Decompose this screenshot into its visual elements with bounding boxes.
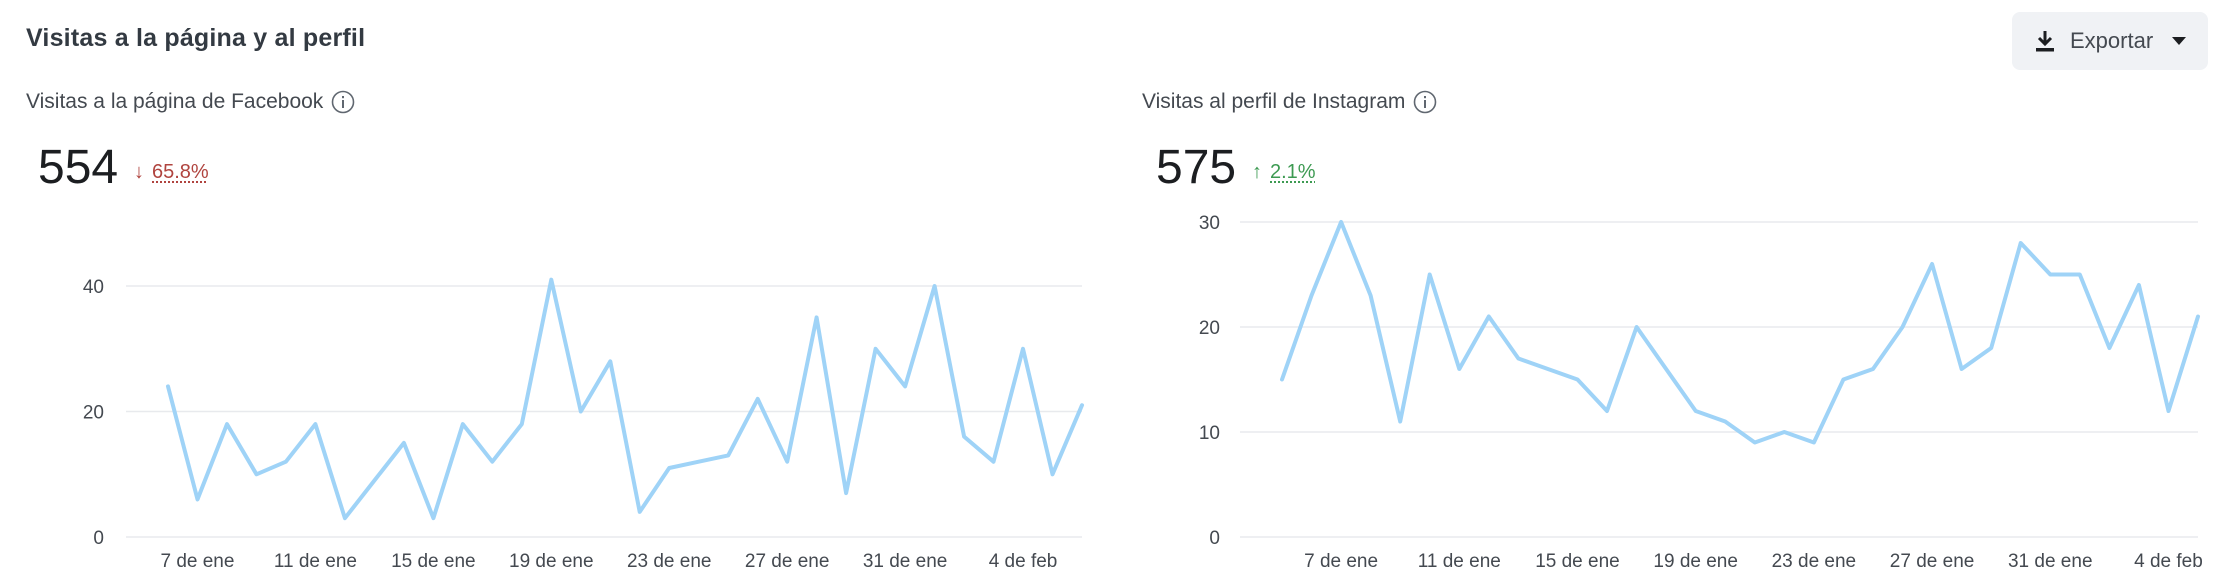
facebook-data-point[interactable] <box>781 456 793 468</box>
instagram-data-point[interactable] <box>1985 342 1997 354</box>
facebook-data-point[interactable] <box>457 418 469 430</box>
instagram-x-tick-label: 31 de ene <box>2008 551 2093 572</box>
instagram-data-point[interactable] <box>1719 416 1731 428</box>
instagram-x-tick-label: 23 de ene <box>1772 551 1857 572</box>
facebook-data-point[interactable] <box>899 380 911 392</box>
instagram-data-point[interactable] <box>1631 321 1643 333</box>
facebook-data-point[interactable] <box>722 449 734 461</box>
instagram-y-tick-label: 10 <box>1199 423 1220 444</box>
facebook-x-tick-label: 4 de feb <box>989 551 1058 572</box>
instagram-data-point[interactable] <box>1808 437 1820 449</box>
facebook-series-line[interactable] <box>166 277 1084 521</box>
instagram-data-point[interactable] <box>1542 363 1554 375</box>
facebook-panel: Visitas a la página de Facebook 554 ↓ 65… <box>0 0 1114 585</box>
instagram-data-point[interactable] <box>2044 269 2056 281</box>
instagram-x-tick-label: 27 de ene <box>1890 551 1975 572</box>
facebook-data-point[interactable] <box>545 274 557 286</box>
instagram-x-tick-label: 15 de ene <box>1535 551 1620 572</box>
facebook-x-tick-label: 11 de ene <box>274 551 357 572</box>
facebook-data-point[interactable] <box>309 418 321 430</box>
facebook-y-tick-label: 0 <box>93 528 104 549</box>
instagram-data-point[interactable] <box>2162 405 2174 417</box>
instagram-data-point[interactable] <box>1956 363 1968 375</box>
facebook-data-point[interactable] <box>575 406 587 418</box>
facebook-data-point[interactable] <box>162 380 174 392</box>
instagram-data-point[interactable] <box>1394 416 1406 428</box>
page: Visitas a la página y al perfil Exportar… <box>0 0 2228 585</box>
instagram-data-point[interactable] <box>2192 311 2204 323</box>
instagram-data-point[interactable] <box>1276 374 1288 386</box>
facebook-line-chart: 0 20 40 7 de ene 11 de ene 15 de ene 19 de ene… <box>83 274 1088 572</box>
instagram-data-point[interactable] <box>2074 269 2086 281</box>
facebook-x-tick-label: 15 de ene <box>391 551 476 572</box>
instagram-data-point[interactable] <box>1926 258 1938 270</box>
facebook-data-point[interactable] <box>693 456 705 468</box>
instagram-series-line[interactable] <box>1280 220 2200 445</box>
instagram-x-tick-label: 19 de ene <box>1653 551 1738 572</box>
facebook-data-point[interactable] <box>339 512 351 524</box>
instagram-data-point[interactable] <box>2015 237 2027 249</box>
facebook-data-point[interactable] <box>191 493 203 505</box>
facebook-x-tick-label: 23 de ene <box>627 551 712 572</box>
instagram-y-tick-label: 0 <box>1209 528 1220 549</box>
instagram-data-point[interactable] <box>2133 279 2145 291</box>
instagram-data-point[interactable] <box>2103 342 2115 354</box>
facebook-data-point[interactable] <box>427 512 439 524</box>
facebook-x-tick-label: 31 de ene <box>863 551 948 572</box>
facebook-data-point[interactable] <box>398 437 410 449</box>
facebook-data-point[interactable] <box>250 468 262 480</box>
instagram-x-tick-label: 7 de ene <box>1304 551 1378 572</box>
facebook-x-tick-label: 7 de ene <box>160 551 234 572</box>
facebook-data-point[interactable] <box>516 418 528 430</box>
facebook-data-point[interactable] <box>280 456 292 468</box>
instagram-data-point[interactable] <box>1335 216 1347 228</box>
facebook-data-point[interactable] <box>368 475 380 487</box>
instagram-data-point[interactable] <box>1306 290 1318 302</box>
instagram-y-tick-label: 30 <box>1199 213 1220 234</box>
instagram-panel: Visitas al perfil de Instagram 575 ↑ 2.1… <box>1114 0 2228 585</box>
facebook-data-point[interactable] <box>811 311 823 323</box>
facebook-data-point[interactable] <box>1017 343 1029 355</box>
facebook-data-point[interactable] <box>988 456 1000 468</box>
facebook-data-point[interactable] <box>604 355 616 367</box>
instagram-data-point[interactable] <box>1690 405 1702 417</box>
facebook-data-point[interactable] <box>929 280 941 292</box>
instagram-data-point[interactable] <box>1424 269 1436 281</box>
instagram-x-tick-label: 11 de ene <box>1418 551 1501 572</box>
facebook-data-point[interactable] <box>752 393 764 405</box>
facebook-x-tick-label: 27 de ene <box>745 551 830 572</box>
facebook-data-point[interactable] <box>634 506 646 518</box>
facebook-data-point[interactable] <box>663 462 675 474</box>
facebook-data-point[interactable] <box>840 487 852 499</box>
facebook-y-tick-label: 40 <box>83 277 104 298</box>
facebook-data-point[interactable] <box>221 418 233 430</box>
instagram-data-point[interactable] <box>1483 311 1495 323</box>
instagram-data-point[interactable] <box>1897 321 1909 333</box>
instagram-y-tick-label: 20 <box>1199 318 1220 339</box>
instagram-data-point[interactable] <box>1749 437 1761 449</box>
instagram-data-point[interactable] <box>1778 426 1790 438</box>
instagram-data-point[interactable] <box>1601 405 1613 417</box>
facebook-data-point[interactable] <box>486 456 498 468</box>
facebook-x-tick-label: 19 de ene <box>509 551 594 572</box>
facebook-data-point[interactable] <box>1076 399 1088 411</box>
instagram-data-point[interactable] <box>1453 363 1465 375</box>
instagram-data-point[interactable] <box>1512 353 1524 365</box>
instagram-line-chart: 0 10 20 30 7 de ene 11 de ene 15 de ene 19 de e… <box>1199 213 2204 572</box>
instagram-data-point[interactable] <box>1660 363 1672 375</box>
facebook-data-point[interactable] <box>1047 468 1059 480</box>
facebook-data-point[interactable] <box>958 431 970 443</box>
instagram-data-point[interactable] <box>1867 363 1879 375</box>
instagram-x-tick-label: 4 de feb <box>2134 551 2203 572</box>
instagram-data-point[interactable] <box>1571 374 1583 386</box>
instagram-data-point[interactable] <box>1837 374 1849 386</box>
instagram-data-point[interactable] <box>1365 290 1377 302</box>
facebook-y-tick-label: 20 <box>83 403 104 424</box>
facebook-data-point[interactable] <box>870 343 882 355</box>
